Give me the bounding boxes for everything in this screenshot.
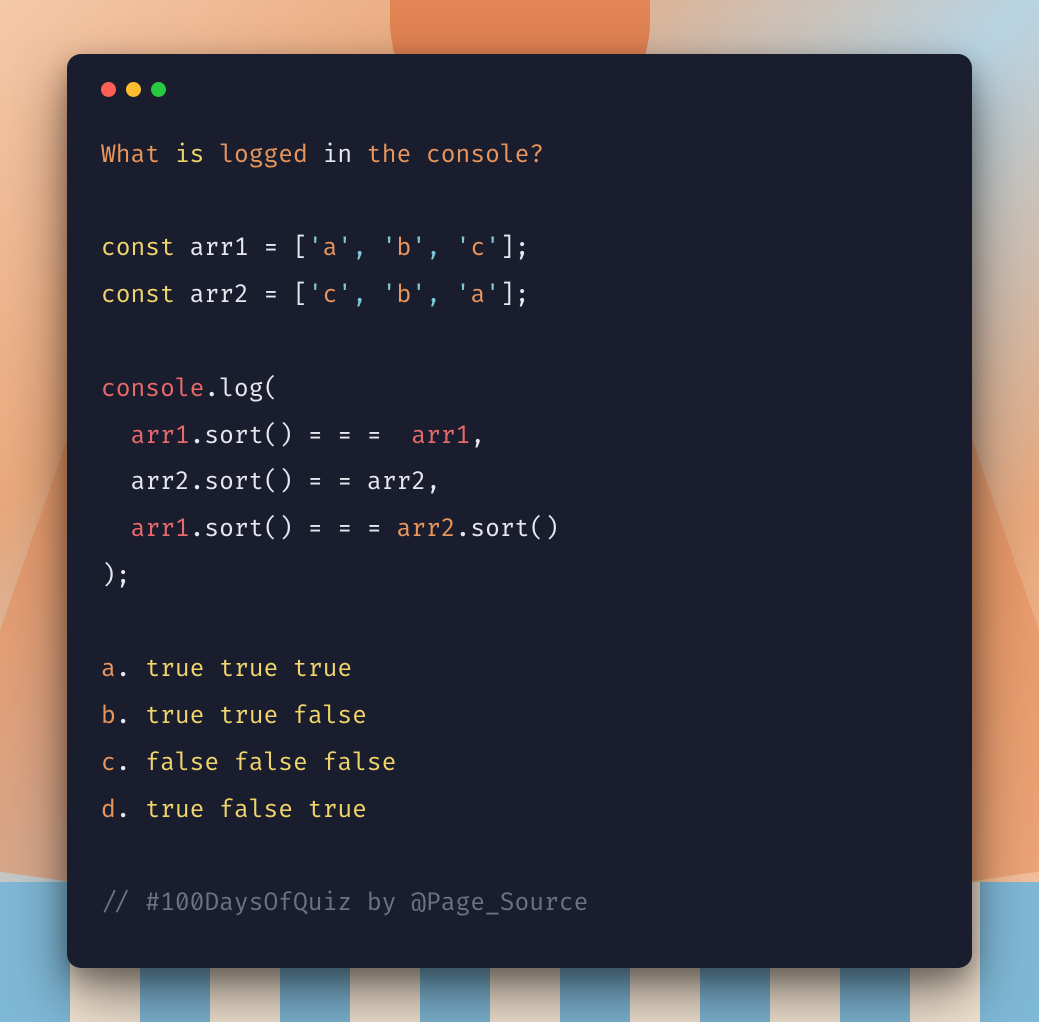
option-label-a: a (101, 655, 116, 684)
comma: , (352, 234, 367, 263)
paren: ( (263, 515, 278, 544)
op-strict-eq: = = (308, 468, 352, 497)
quote: ' (485, 281, 500, 310)
op-strict-eq: = = = (308, 515, 382, 544)
option-value: true (308, 796, 367, 825)
quote: ' (308, 234, 323, 263)
quote: ' (382, 281, 397, 310)
option-value: false (234, 749, 308, 778)
bracket: [ (293, 234, 308, 263)
option-value: true (145, 702, 204, 731)
option-value: true (219, 655, 278, 684)
maximize-icon[interactable] (151, 82, 166, 97)
string-char: c (323, 281, 338, 310)
comma: , (470, 422, 485, 451)
method-sort: .sort (456, 515, 530, 544)
quote: ' (382, 234, 397, 263)
option-dot: . (116, 655, 146, 684)
paren: ( (263, 375, 278, 404)
comma: , (426, 234, 441, 263)
method-sort: .sort (190, 468, 264, 497)
quote: ' (308, 281, 323, 310)
identifier-arr2: arr2 (396, 515, 455, 544)
option-dot: . (116, 796, 146, 825)
quote: ' (337, 234, 352, 263)
question-word: in (323, 141, 353, 170)
option-value: false (145, 749, 219, 778)
paren: ) (278, 468, 293, 497)
method-sort: .sort (190, 422, 264, 451)
question-word: is (175, 141, 205, 170)
paren: ) (278, 515, 293, 544)
paren: ) (544, 515, 559, 544)
paren: ( (263, 468, 278, 497)
footer-comment: // #100DaysOfQuiz by @Page_Source (101, 889, 588, 918)
semicolon: ; (515, 281, 530, 310)
option-label-c: c (101, 749, 116, 778)
quote: ' (337, 281, 352, 310)
string-char: c (470, 234, 485, 263)
keyword-const: const (101, 281, 175, 310)
identifier-console: console (101, 375, 204, 404)
semicolon: ; (116, 562, 131, 591)
option-value: false (323, 749, 397, 778)
identifier-arr1: arr1 (131, 422, 190, 451)
question-word: console (426, 141, 529, 170)
identifier-arr1: arr1 (411, 422, 470, 451)
string-char: b (397, 281, 412, 310)
quote: ' (456, 234, 471, 263)
identifier-arr1: arr1 (190, 234, 249, 263)
option-label-b: b (101, 702, 116, 731)
paren: ( (529, 515, 544, 544)
quote: ' (456, 281, 471, 310)
comma: , (426, 281, 441, 310)
bracket: ] (500, 281, 515, 310)
quote: ' (411, 234, 426, 263)
string-char: b (397, 234, 412, 263)
identifier-arr1: arr1 (131, 515, 190, 544)
option-value: true (219, 702, 278, 731)
keyword-const: const (101, 234, 175, 263)
bracket: ] (500, 234, 515, 263)
string-char: a (323, 234, 338, 263)
option-value: true (145, 655, 204, 684)
option-dot: . (116, 702, 146, 731)
op-strict-eq: = = = (308, 422, 397, 451)
option-label-d: d (101, 796, 116, 825)
string-char: a (470, 281, 485, 310)
minimize-icon[interactable] (126, 82, 141, 97)
semicolon: ; (515, 234, 530, 263)
close-icon[interactable] (101, 82, 116, 97)
comma: , (352, 281, 367, 310)
option-value: false (293, 702, 367, 731)
question-word: the (367, 141, 411, 170)
paren: ( (263, 422, 278, 451)
method-sort: .sort (190, 515, 264, 544)
question-word: What (101, 141, 160, 170)
window-titlebar (101, 82, 938, 97)
op-assign: = (264, 281, 279, 310)
option-value: true (293, 655, 352, 684)
comma: , (426, 468, 441, 497)
code-block: What is logged in the console? const arr… (101, 133, 938, 929)
option-dot: . (116, 749, 146, 778)
identifier-arr2: arr2 (131, 468, 190, 497)
paren: ) (278, 422, 293, 451)
option-value: true (145, 796, 204, 825)
paren: ) (101, 562, 116, 591)
quote: ' (411, 281, 426, 310)
question-word: logged (219, 141, 308, 170)
bracket: [ (293, 281, 308, 310)
question-mark: ? (529, 141, 544, 170)
op-assign: = (264, 234, 279, 263)
quote: ' (485, 234, 500, 263)
method-log: .log (204, 375, 263, 404)
identifier-arr2: arr2 (190, 281, 249, 310)
option-value: false (219, 796, 293, 825)
code-window: What is logged in the console? const arr… (67, 54, 972, 969)
identifier-arr2: arr2 (367, 468, 426, 497)
